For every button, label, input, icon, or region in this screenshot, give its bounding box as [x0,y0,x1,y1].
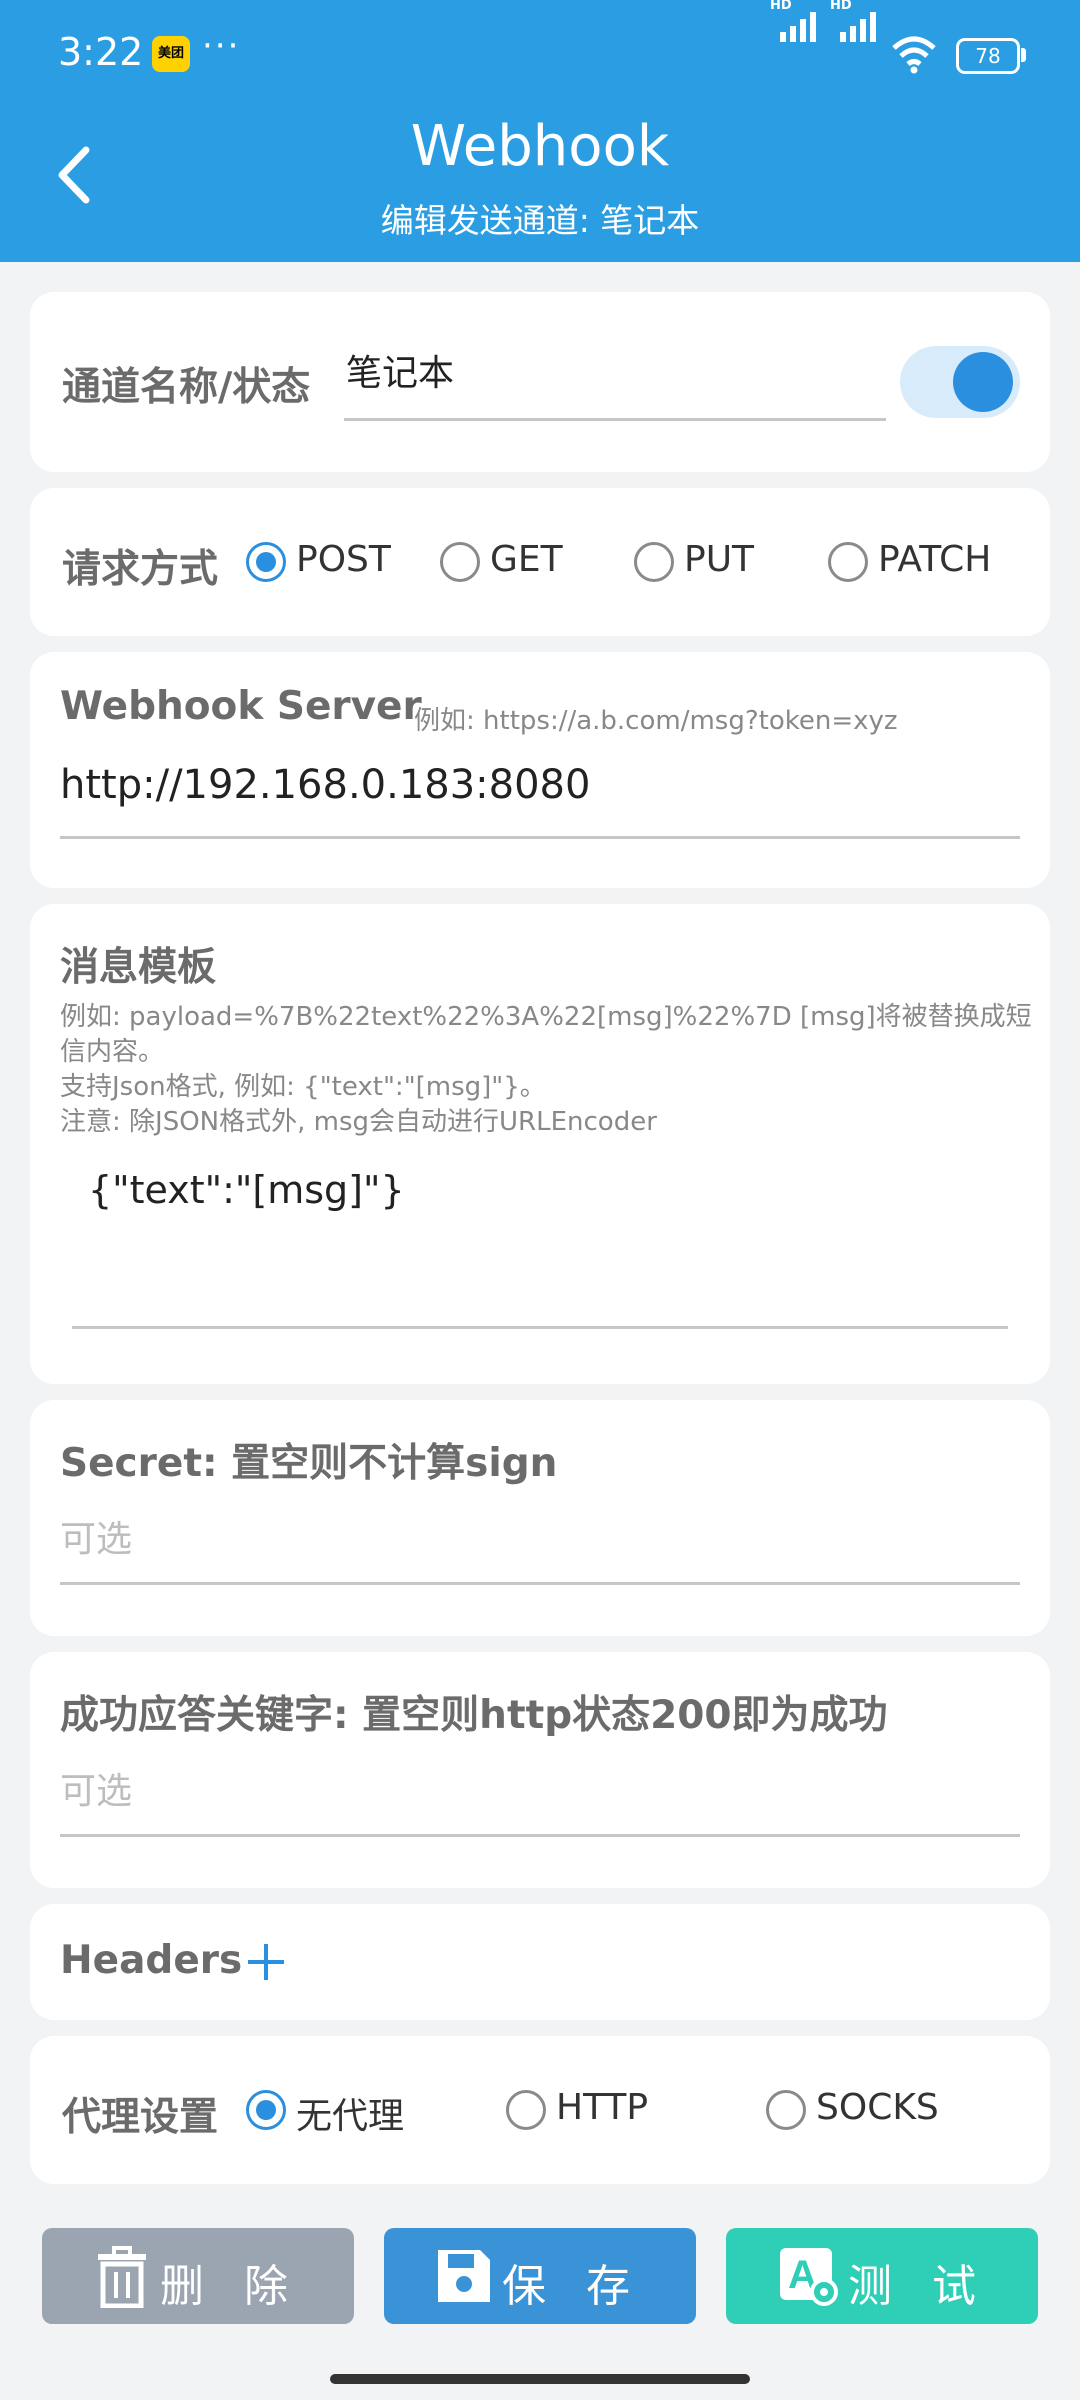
proxy-card: 代理设置 无代理 HTTP SOCKS [30,2036,1050,2184]
signal-icon [840,12,876,42]
app-header: 3:22 美团 ··· HD HD 78 Webhook 编辑发送通道: 笔记本 [0,0,1080,262]
channel-name-underline [344,418,886,421]
template-hint-line1: 例如: payload=%7B%22text%22%3A%22[msg]%22%… [60,1002,1032,1032]
success-keyword-input[interactable]: 可选 [60,1762,132,1814]
floppy-icon [438,2250,490,2302]
success-keyword-label: 成功应答关键字: 置空则http状态200即为成功 [60,1693,888,1738]
radio-put[interactable] [634,542,674,582]
template-hint-line2: 信内容。 [60,1037,165,1067]
channel-card: 通道名称/状态 笔记本 [30,292,1050,472]
delete-button[interactable]: 删除 [42,2228,354,2324]
test-button[interactable]: A 测试 [726,2228,1038,2324]
server-label: Webhook Server [60,684,422,729]
save-button-label: 保存 [502,2261,670,2312]
trash-icon [98,2246,146,2308]
radio-patch[interactable] [828,542,868,582]
more-notifications-icon: ··· [202,26,241,66]
secret-input[interactable]: 可选 [60,1510,132,1562]
radio-socks-label: SOCKS [816,2087,939,2128]
template-underline [72,1326,1008,1329]
template-hint-line3: 支持Json格式, 例如: {"text":"[msg]"}。 [60,1072,546,1102]
template-hint-line4: 注意: 除JSON格式外, msg会自动进行URLEncoder [60,1107,657,1137]
request-method-card: 请求方式 POST GET PUT PATCH [30,488,1050,636]
plus-icon[interactable] [244,1940,288,1984]
battery-tip [1021,48,1026,62]
proxy-label: 代理设置 [62,2095,219,2140]
status-bar: 3:22 美团 ··· HD HD 78 [0,0,1080,108]
page-subtitle: 编辑发送通道: 笔记本 [380,201,700,240]
template-label: 消息模板 [60,945,217,990]
meituan-app-icon: 美团 [152,36,190,72]
radio-no-proxy[interactable] [246,2090,286,2130]
server-url-underline [60,836,1020,839]
test-button-label: 测试 [848,2261,1016,2312]
template-textarea[interactable]: {"text":"[msg]"} [88,1168,405,1212]
headers-label: Headers [60,1938,243,1983]
radio-get-label: GET [490,539,563,580]
secret-underline [60,1582,1020,1585]
server-url-input[interactable]: http://192.168.0.183:8080 [60,762,590,808]
server-hint: 例如: https://a.b.com/msg?token=xyz [414,706,898,736]
toggle-knob [953,352,1013,412]
delete-button-label: 删除 [160,2261,328,2312]
battery-icon: 78 [956,38,1020,74]
template-card: 消息模板 例如: payload=%7B%22text%22%3A%22[msg… [30,904,1050,1384]
save-button[interactable]: 保存 [384,2228,696,2324]
radio-no-proxy-label: 无代理 [296,2096,405,2137]
radio-post-label: POST [296,539,391,580]
radio-patch-label: PATCH [878,539,992,580]
home-indicator[interactable] [330,2374,750,2384]
success-keyword-underline [60,1834,1020,1837]
secret-card: Secret: 置空则不计算sign 可选 [30,1400,1050,1636]
request-method-label: 请求方式 [62,547,219,592]
wifi-icon [892,36,936,74]
signal-icon [780,12,816,42]
radio-http[interactable] [506,2090,546,2130]
radio-put-label: PUT [684,539,755,580]
radio-http-label: HTTP [556,2087,649,2128]
secret-label: Secret: 置空则不计算sign [60,1441,558,1486]
radio-socks[interactable] [766,2090,806,2130]
radio-get[interactable] [440,542,480,582]
test-icon: A [780,2248,838,2306]
page-title: Webhook [410,114,670,179]
channel-label: 通道名称/状态 [62,365,311,410]
radio-post[interactable] [246,542,286,582]
server-card: Webhook Server 例如: https://a.b.com/msg?t… [30,652,1050,888]
channel-name-input[interactable]: 笔记本 [346,344,454,396]
headers-card: Headers [30,1904,1050,2020]
success-keyword-card: 成功应答关键字: 置空则http状态200即为成功 可选 [30,1652,1050,1888]
status-time: 3:22 [58,30,144,74]
